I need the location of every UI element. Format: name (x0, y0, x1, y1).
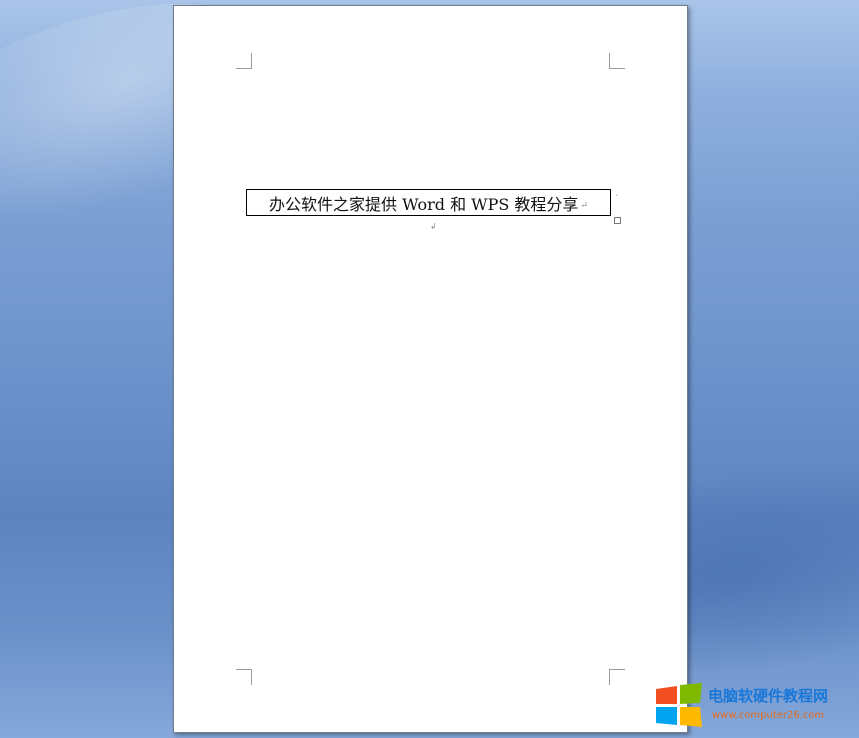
crop-mark-top-right (609, 53, 625, 69)
text-box-content: 办公软件之家提供 Word 和 WPS 教程分享 (269, 194, 579, 214)
empty-paragraph-mark: ↲ (430, 222, 437, 231)
watermark-url: www.computer26.com (712, 710, 825, 721)
document-workspace: 办公软件之家提供 Word 和 WPS 教程分享 ↵ ` ↲ 电脑软硬件教程网 … (0, 0, 859, 738)
watermark-title: 电脑软硬件教程网 (708, 687, 829, 705)
bordered-text-box[interactable]: 办公软件之家提供 Word 和 WPS 教程分享 ↵ (246, 189, 611, 216)
crop-mark-top-left (236, 53, 252, 69)
crop-mark-bottom-right (609, 669, 625, 685)
end-of-row-mark: ` (615, 194, 619, 203)
windows-logo-icon (656, 683, 702, 727)
paragraph-mark: ↵ (580, 201, 588, 211)
crop-mark-bottom-left (236, 669, 252, 685)
site-watermark: 电脑软硬件教程网 www.computer26.com (654, 683, 854, 729)
text-box-resize-handle[interactable] (614, 217, 621, 224)
document-page[interactable]: 办公软件之家提供 Word 和 WPS 教程分享 ↵ ` ↲ (173, 5, 688, 733)
